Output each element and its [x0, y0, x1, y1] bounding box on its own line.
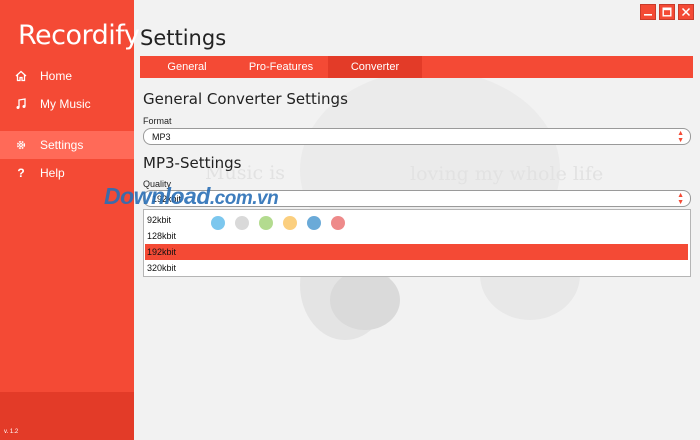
decor-dot [307, 216, 321, 230]
sidebar-item-label: My Music [40, 97, 91, 111]
gear-icon [14, 138, 28, 152]
select-arrows-icon: ▲ ▼ [677, 192, 684, 206]
decor-dot [259, 216, 273, 230]
mp3-settings-title: MP3-Settings [143, 154, 242, 172]
minimize-icon [644, 14, 652, 16]
page-title: Settings [140, 26, 227, 50]
format-label: Format [143, 116, 172, 126]
minimize-button[interactable] [640, 4, 656, 20]
select-arrows-icon: ▲ ▼ [677, 130, 684, 144]
watermark-main: Download [104, 183, 210, 209]
sidebar-nav: Home My Music Settings ? Help [0, 62, 134, 187]
sidebar-item-label: Home [40, 69, 73, 83]
home-icon [14, 69, 28, 83]
watermark-logo: Download.com.vn [104, 183, 279, 210]
app-logo: Recordify [18, 20, 140, 51]
quality-option-128kbit[interactable]: 128kbit [144, 228, 690, 244]
quality-option-192kbit[interactable]: 192kbit [145, 244, 688, 260]
close-icon [681, 7, 691, 17]
decor-dots [211, 216, 355, 230]
sidebar-footer [0, 392, 134, 440]
question-icon: ? [17, 166, 25, 180]
tab-pro-features[interactable]: Pro-Features [234, 56, 328, 78]
tab-general[interactable]: General [140, 56, 234, 78]
tab-converter[interactable]: Converter [328, 56, 422, 78]
sidebar-item-home[interactable]: Home [0, 62, 134, 90]
decor-dot [331, 216, 345, 230]
watermark-tld: .com.vn [209, 188, 279, 209]
background-text: loving my whole life [410, 163, 604, 185]
sidebar-item-label: Help [40, 166, 65, 180]
maximize-icon [662, 7, 672, 17]
decor-dot [283, 216, 297, 230]
sidebar-item-my-music[interactable]: My Music [0, 90, 134, 118]
version-label: v. 1.2 [4, 429, 19, 435]
maximize-button[interactable] [659, 4, 675, 20]
format-select[interactable]: MP3 ▲ ▼ [143, 128, 691, 145]
decor-dot [211, 216, 225, 230]
converter-section-title: General Converter Settings [143, 90, 348, 108]
sidebar-item-label: Settings [40, 138, 84, 152]
sidebar: Recordify Home My Music Settings ? Help … [0, 0, 140, 440]
quality-option-320kbit[interactable]: 320kbit [144, 260, 690, 276]
music-note-icon [14, 97, 28, 111]
format-select-value: MP3 [152, 131, 171, 142]
settings-tabbar: General Pro-Features Converter [140, 56, 693, 78]
sidebar-item-settings[interactable]: Settings [0, 131, 134, 159]
decor-dot [235, 216, 249, 230]
close-button[interactable] [678, 4, 694, 20]
